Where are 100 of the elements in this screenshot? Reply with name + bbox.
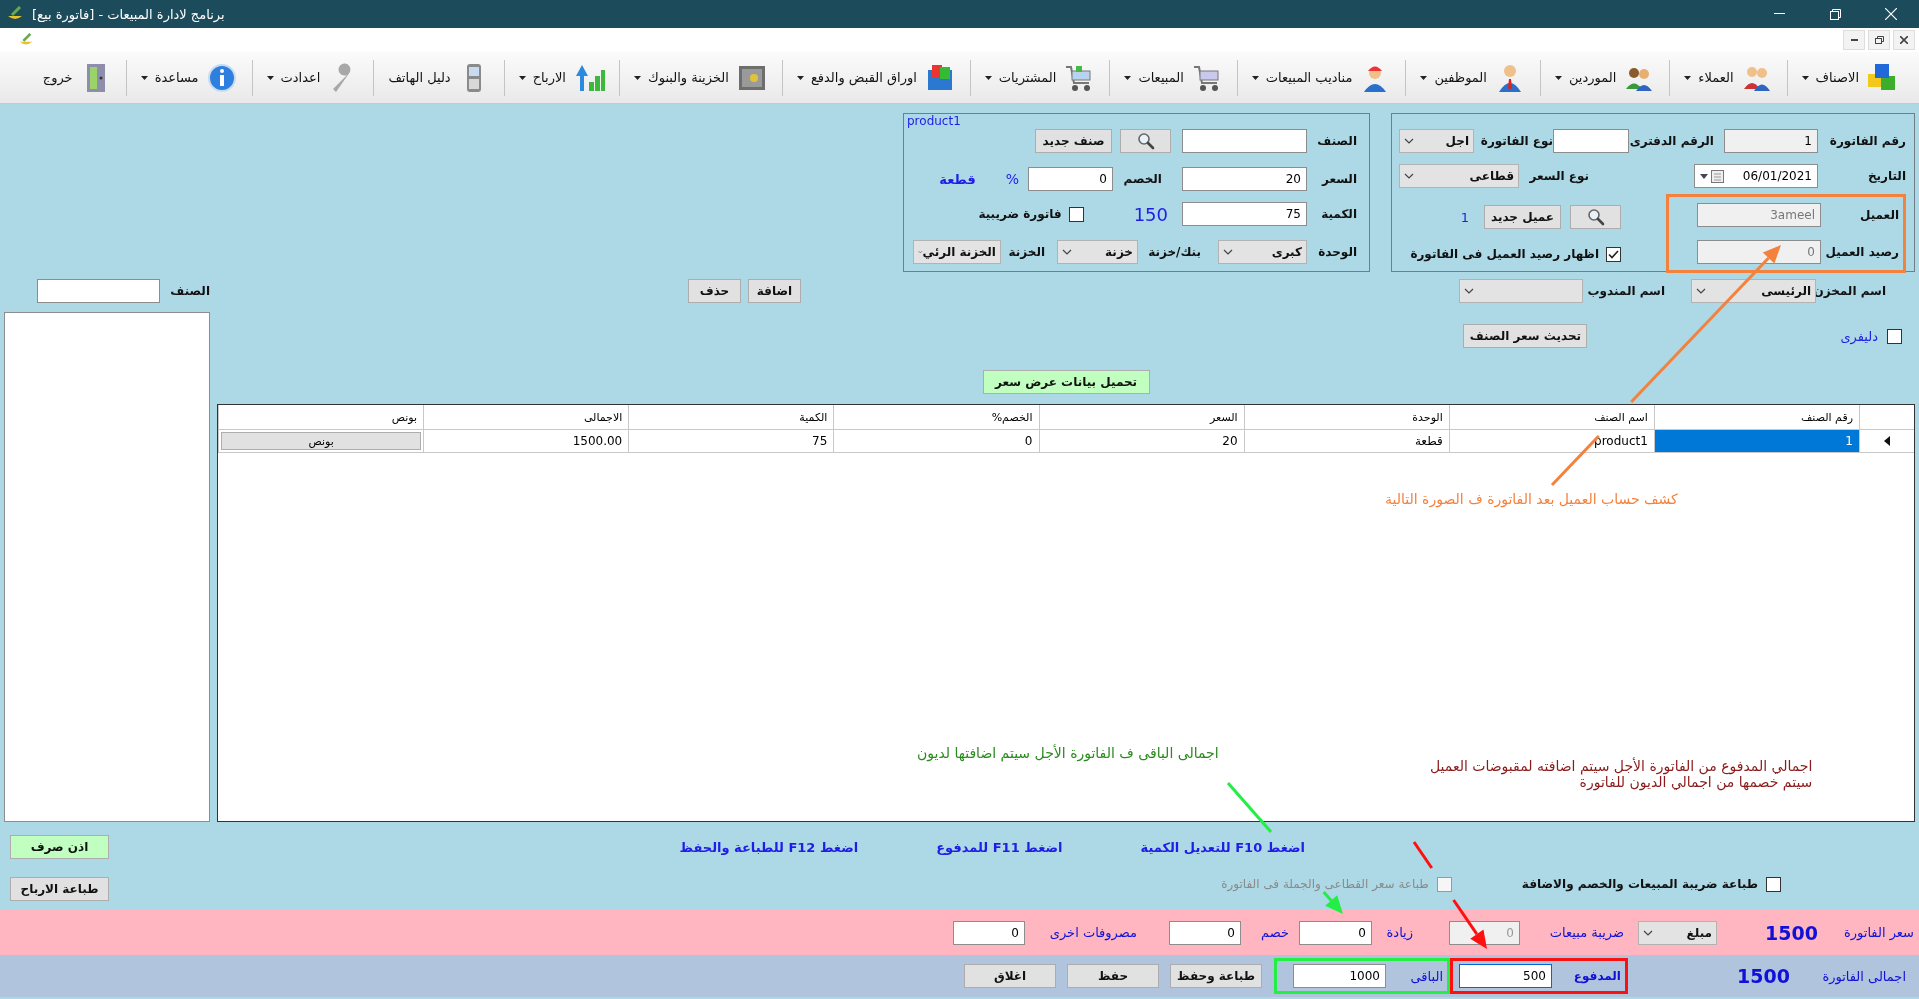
input-field[interactable]: 0	[1299, 920, 1372, 945]
chevron-icon	[1696, 288, 1706, 294]
toolbar-button[interactable]: العملاء	[1673, 55, 1784, 100]
checkbox-label: اظهار رصيد العميل فى الفاتورة	[1410, 247, 1600, 261]
new-item-button[interactable]: صنف جديد	[1035, 129, 1112, 153]
side-button[interactable]: طباعة الارباح	[10, 877, 109, 901]
toolbar-button[interactable]: الخزينة والبنوك	[622, 55, 779, 100]
toolbar-button[interactable]: المشتريات	[973, 55, 1107, 100]
checkbox[interactable]	[1766, 876, 1781, 892]
add-button[interactable]: اضافة	[748, 279, 801, 303]
window-title: برنامج لادارة المبيعات - [فاتورة بيع]	[32, 6, 225, 22]
app-icon	[18, 33, 34, 47]
field-label: الخزنة	[1007, 245, 1046, 259]
input-field[interactable]: 1000	[1293, 964, 1386, 988]
table-cell: 1	[1653, 430, 1859, 453]
toolbar-button[interactable]: الموردين	[1543, 55, 1667, 100]
caret-icon	[1124, 75, 1132, 80]
table-cell: 1500.00	[423, 430, 629, 453]
field-label: نوع الفاتورة	[1479, 134, 1553, 148]
annotation-note: اجمالي المدفوع من الفاتورة الأجل سيتم اضافته لمقبوضات العميل سيتم خصمها من اجمالي الديون للفاتورة	[1430, 758, 1813, 790]
caret-icon	[1554, 75, 1562, 80]
checkbox[interactable]	[1606, 246, 1621, 262]
field-label: المدفوع	[1572, 969, 1621, 983]
toolbar-button[interactable]: الاصناف	[1790, 55, 1909, 100]
input-field[interactable]	[1182, 129, 1307, 153]
input-field[interactable]: 0	[1028, 167, 1113, 191]
load-quote-button[interactable]: تحميل بيانات عرض سعر	[982, 370, 1150, 394]
date-field[interactable]: 06/01/2021	[1694, 164, 1818, 188]
column-header[interactable]: بونص	[218, 405, 424, 430]
new-customer-button[interactable]: عميل جديد	[1484, 205, 1561, 229]
checkbox[interactable]	[1887, 328, 1902, 344]
input-field[interactable]: 3ameel	[1697, 203, 1821, 227]
input-field[interactable]	[37, 279, 161, 303]
toolbar-button[interactable]: المبيعات	[1113, 55, 1234, 100]
shortcut-hint: اضغط F11 للمدفوع	[936, 839, 1063, 855]
search-button[interactable]	[1120, 129, 1171, 153]
shortcut-hint: اضغط F12 للطباعة والحفظ	[679, 839, 859, 855]
caret-icon	[266, 75, 274, 80]
bonus-button[interactable]: بونص	[221, 432, 422, 450]
toolbar-button[interactable]: اوراق القبض والدفع	[785, 55, 967, 100]
chevron-icon	[918, 249, 923, 255]
toolbar-button[interactable]: خروج	[31, 55, 123, 100]
caret-icon	[140, 75, 148, 80]
input-field[interactable]: 1	[1724, 129, 1818, 153]
close-button[interactable]	[1893, 30, 1915, 50]
info-icon	[205, 61, 238, 94]
field-label: خصم	[1260, 925, 1290, 940]
dropdown-field[interactable]: الرئيسى	[1691, 279, 1816, 303]
dropdown-field[interactable]: مبلغ	[1638, 920, 1717, 945]
field-label: نوع السعر	[1528, 169, 1590, 183]
input-field[interactable]: 20	[1182, 167, 1307, 191]
toolbar-button[interactable]: الموظفين	[1409, 55, 1537, 100]
action-button[interactable]: حفظ	[1067, 964, 1159, 988]
table-cell: 0	[833, 430, 1039, 453]
search-icon	[1136, 132, 1155, 150]
minimize-icon	[1773, 13, 1785, 15]
checkbox-label: طباعة ضريبة المبيعات والخصم والاضافة	[1521, 877, 1758, 891]
chevron-icon	[1223, 249, 1233, 255]
toolbar-button[interactable]: الارباح	[507, 55, 616, 100]
toolbar-button[interactable]: مناديب المبيعات	[1240, 55, 1403, 100]
chevron-icon	[1404, 173, 1414, 179]
annotation-note: كشف حساب العميل بعد الفاتورة ف الصورة التالية	[1385, 491, 1678, 507]
field-label: رصيد العميل	[1824, 245, 1899, 259]
input-field[interactable]	[1553, 129, 1629, 153]
checkbox-label: دليفرى	[1840, 328, 1878, 344]
dropdown-field[interactable]: خزنة	[1057, 240, 1138, 264]
input-field[interactable]: 500	[1459, 964, 1552, 988]
dropdown-field[interactable]: كبرى	[1218, 240, 1307, 264]
search-button[interactable]	[1570, 205, 1621, 229]
action-button[interactable]: طباعة وحفظ	[1170, 964, 1262, 988]
toolbar-button[interactable]: اعدادت	[255, 55, 371, 100]
field-label: الصنف	[1316, 134, 1357, 148]
restore-button[interactable]	[1868, 30, 1890, 50]
input-field[interactable]: 0	[953, 920, 1025, 945]
input-field[interactable]: 0	[1169, 920, 1241, 945]
toolbar-button[interactable]: دليل الهاتف	[377, 55, 501, 100]
input-field[interactable]: 75	[1182, 202, 1307, 226]
field-label: الباقى	[1409, 968, 1443, 984]
delete-button[interactable]: حذف	[688, 279, 741, 303]
checkbox-label: طباعة سعر القطاعى والجملة فى الفاتورة	[1221, 877, 1429, 891]
field-label: الرقم الدفترى	[1629, 134, 1715, 148]
field-label: زيادة	[1385, 925, 1414, 940]
dropdown-field[interactable]: قطاعى	[1399, 164, 1519, 188]
checkbox[interactable]	[1068, 206, 1084, 222]
dropdown-field[interactable]	[1459, 279, 1583, 303]
side-button[interactable]: اذن صرف	[10, 835, 109, 859]
field-label: اجمالى الفاتورة	[1821, 968, 1906, 984]
caret-icon	[1420, 75, 1428, 80]
toolbar-button[interactable]: مساعدة	[129, 55, 249, 100]
input-field[interactable]: 0	[1697, 240, 1821, 264]
minimize-button[interactable]	[1843, 30, 1865, 50]
dropdown-field[interactable]: اجل	[1399, 129, 1474, 153]
update-price-button[interactable]: تحديث سعر الصنف	[1463, 324, 1588, 348]
chevron-icon	[1062, 249, 1072, 255]
table-cell: product1	[1448, 430, 1654, 453]
chevron-icon	[1464, 288, 1474, 294]
dropdown-field[interactable]: الخزنة الرئي	[913, 240, 1001, 264]
table-cell: 75	[628, 430, 834, 453]
action-button[interactable]: اغلاق	[964, 964, 1056, 988]
checkbox-label: فاتورة ضريبية	[978, 207, 1063, 221]
